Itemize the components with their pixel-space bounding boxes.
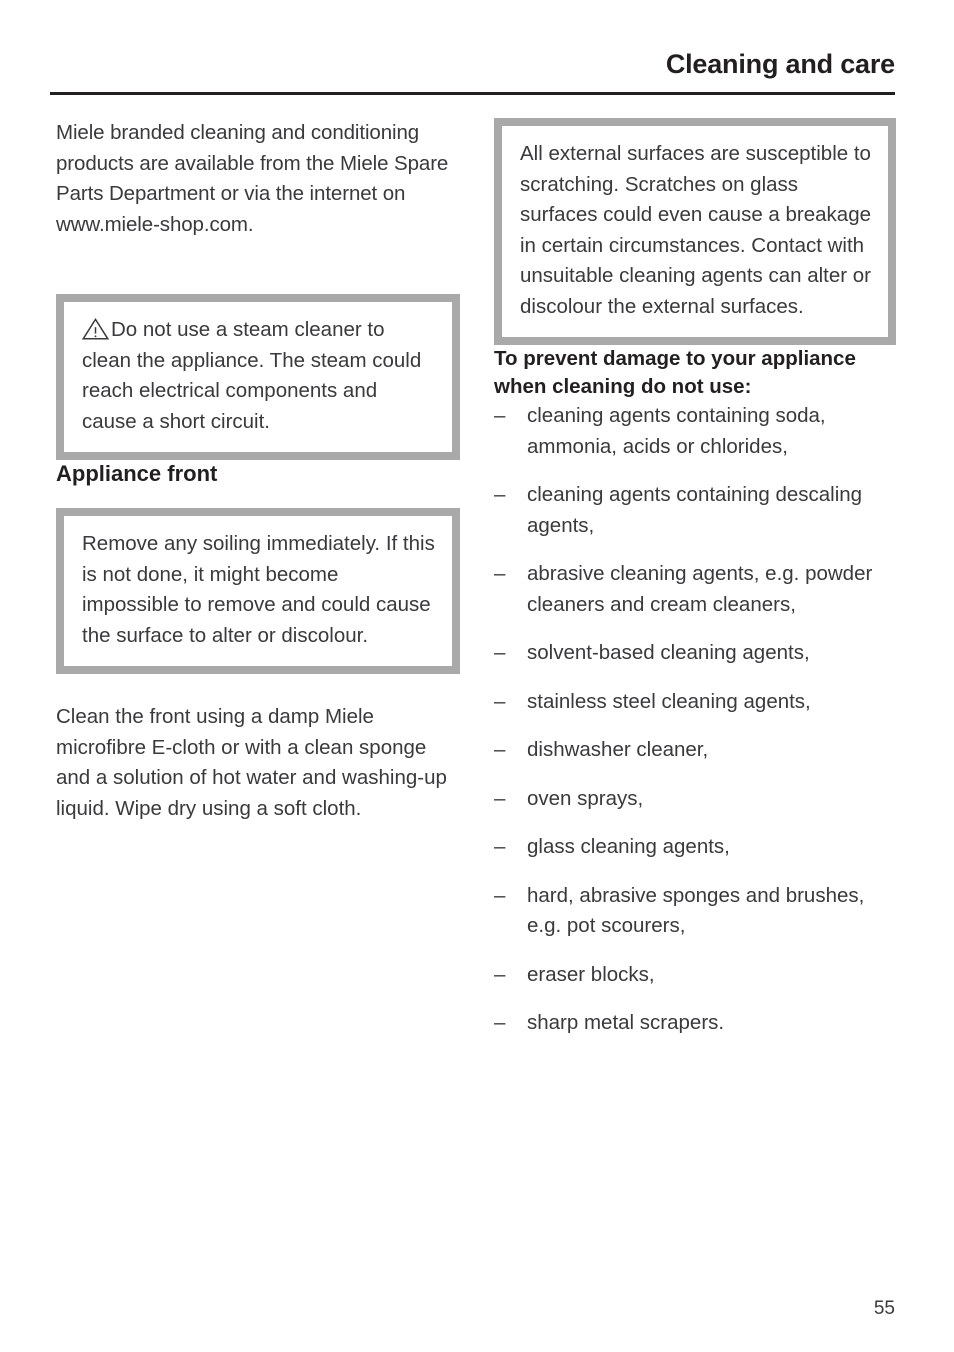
list-item-dash: –: [494, 1011, 506, 1034]
page-title: Cleaning and care: [665, 49, 895, 79]
intro-paragraph: Miele branded cleaning and conditioning …: [56, 121, 449, 236]
list-item-dash: –: [494, 404, 506, 427]
list-item: – oven sprays,: [494, 784, 896, 815]
list-item: – cleaning agents containing soda, ammoni…: [494, 401, 896, 462]
list-item-dash: –: [494, 562, 506, 585]
external-surfaces-note-inner: All external surfaces are susceptible to…: [502, 126, 888, 337]
list-item: – abrasive cleaning agents, e.g. powder c…: [494, 559, 896, 620]
list-item-dash: –: [494, 883, 506, 907]
list-item-dash: –: [494, 786, 506, 810]
external-surfaces-note-box: All external surfaces are susceptible to…: [494, 118, 896, 345]
prevent-damage-heading: To prevent damage to your appliance when…: [494, 347, 856, 398]
list-item: – eraser blocks,: [494, 960, 896, 991]
list-item-label: glass cleaning agents,: [527, 835, 730, 858]
list-item-label: eraser blocks,: [527, 962, 655, 986]
closing-paragraph: Clean the front using a damp Miele micro…: [56, 705, 447, 820]
list-item: – glass cleaning agents,: [494, 832, 896, 863]
list-item: – stainless steel cleaning agents,: [494, 687, 896, 718]
list-item-dash: –: [494, 738, 506, 761]
steam-cleaner-warning-inner: Do not use a steam cleaner to clean the …: [64, 302, 452, 452]
steam-cleaner-warning-box: Do not use a steam cleaner to clean the …: [56, 294, 460, 460]
right-column: All external surfaces are susceptible to…: [494, 118, 896, 1039]
list-item-dash: –: [494, 641, 506, 664]
list-item-label: sharp metal scrapers.: [527, 1011, 725, 1034]
steam-cleaner-warning-text-wrap: Do not use a steam cleaner to clean the …: [82, 315, 436, 437]
list-item-label: solvent-based cleaning agents,: [527, 641, 810, 664]
list-item-dash: –: [494, 835, 506, 858]
list-item: – cleaning agents containing descaling ag…: [494, 480, 896, 541]
list-item-label: abrasive cleaning agents, e.g. powder cl…: [527, 562, 873, 616]
external-surfaces-note-text: All external surfaces are susceptible to…: [520, 142, 872, 318]
list-item: – hard, abrasive sponges and brushes, e.g…: [494, 881, 896, 942]
appliance-front-note-inner: Remove any soiling immediately. If this …: [64, 516, 452, 666]
page-footer: 55: [50, 1297, 895, 1321]
page-header: Cleaning and care: [50, 48, 895, 95]
header-divider: [50, 92, 895, 95]
appliance-front-note-box: Remove any soiling immediately. If this …: [56, 508, 460, 674]
list-item-label: cleaning agents containing descaling age…: [527, 483, 863, 537]
list-item: – dishwasher cleaner,: [494, 735, 896, 766]
list-item-label: stainless steel cleaning agents,: [527, 689, 811, 713]
list-item-dash: –: [494, 483, 506, 506]
list-item-dash: –: [494, 962, 506, 986]
list-item-label: hard, abrasive sponges and brushes, e.g.…: [527, 883, 865, 938]
list-item-label: dishwasher cleaner,: [527, 738, 709, 761]
manual-page: Cleaning and care Miele branded cleaning…: [0, 0, 954, 1352]
list-item: – sharp metal scrapers.: [494, 1008, 896, 1039]
list-item-label: oven sprays,: [527, 786, 644, 810]
appliance-front-heading: Appliance front: [56, 461, 218, 486]
list-item: – solvent-based cleaning agents,: [494, 638, 896, 669]
appliance-front-note-text: Remove any soiling immediately. If this …: [82, 532, 435, 647]
list-item-label: cleaning agents containing soda, ammonia…: [527, 404, 826, 458]
warning-triangle-icon: [82, 318, 109, 340]
page-number: 55: [873, 1298, 895, 1319]
steam-cleaner-warning-text: Do not use a steam cleaner to clean the …: [82, 318, 422, 433]
left-column: Miele branded cleaning and conditioning …: [56, 118, 460, 824]
list-item-dash: –: [494, 689, 506, 713]
do-not-use-list: – cleaning agents containing soda, ammoni…: [494, 401, 896, 1039]
